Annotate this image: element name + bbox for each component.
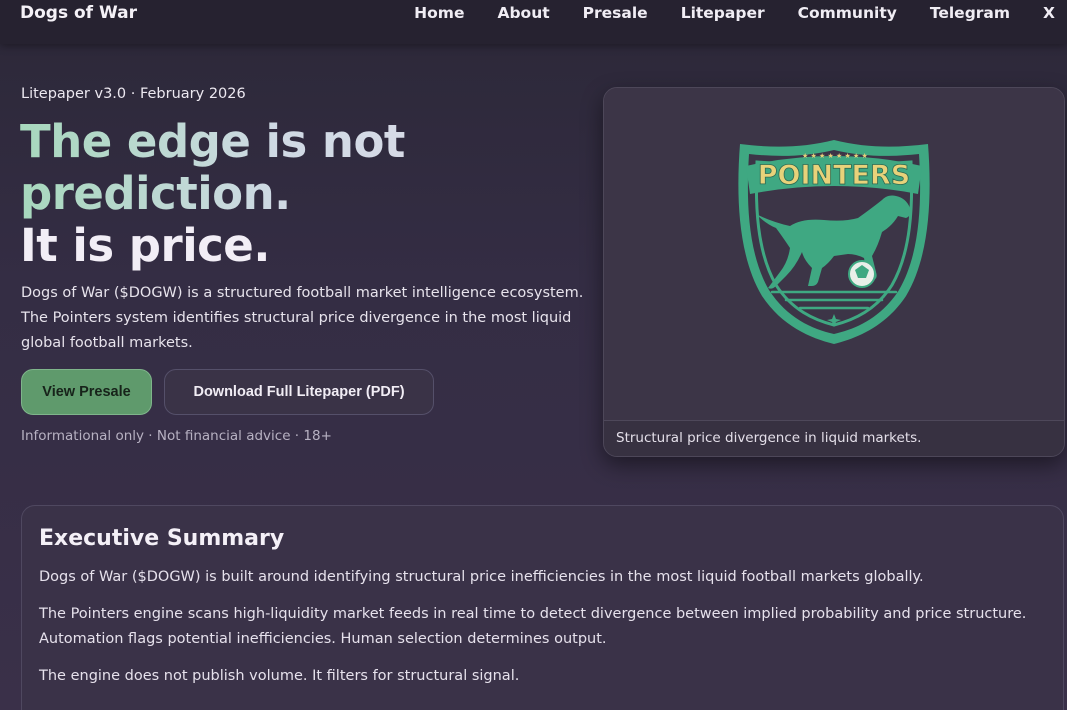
hero-lead: Dogs of War ($DOGW) is a structured foot…: [21, 281, 596, 356]
top-nav: Dogs of War Home About Presale Litepaper…: [0, 0, 1067, 44]
headline-line-1: The edge is not: [20, 116, 590, 168]
pointers-logo-image: ★ ★ ★ ★ ★ ★ ★ ★ POINTERS: [604, 88, 1064, 420]
hero-caption: Structural price divergence in liquid ma…: [604, 420, 1064, 456]
headline-line-3: It is price.: [20, 219, 270, 272]
summary-paragraph-2-line: Automation flags potential inefficiencie…: [39, 631, 607, 647]
summary-paragraph-1: Dogs of War ($DOGW) is built around iden…: [39, 569, 924, 585]
summary-paragraph-3: The engine does not publish volume. It f…: [39, 668, 520, 684]
headline-line-2: prediction.: [20, 168, 590, 220]
svg-text:POINTERS: POINTERS: [758, 160, 910, 191]
nav-link-about[interactable]: About: [497, 4, 549, 22]
hero-card: ★ ★ ★ ★ ★ ★ ★ ★ POINTERS Structural pric…: [603, 87, 1065, 457]
summary-paragraph-2: The Pointers engine scans high-liquidity…: [39, 602, 1046, 652]
litepaper-version: Litepaper v3.0 · February 2026: [21, 86, 246, 102]
lead-line: The Pointers system identifies structura…: [21, 310, 572, 326]
svg-text:★ ★ ★ ★ ★ ★ ★ ★: ★ ★ ★ ★ ★ ★ ★ ★: [802, 152, 868, 160]
lead-line: global football markets.: [21, 335, 193, 351]
nav-link-community[interactable]: Community: [798, 4, 897, 22]
executive-summary-section: Executive Summary Dogs of War ($DOGW) is…: [21, 505, 1064, 710]
nav-link-litepaper[interactable]: Litepaper: [681, 4, 765, 22]
nav-link-presale[interactable]: Presale: [583, 4, 648, 22]
page: Dogs of War Home About Presale Litepaper…: [0, 0, 1067, 710]
lead-line: Dogs of War ($DOGW) is a structured foot…: [21, 285, 584, 301]
view-presale-button[interactable]: View Presale: [21, 369, 152, 415]
nav-links: Home About Presale Litepaper Community T…: [381, 0, 1067, 26]
executive-summary-title: Executive Summary: [39, 526, 285, 551]
hero-headline: The edge is not prediction. It is price.: [20, 116, 590, 272]
summary-paragraph-2-line: The Pointers engine scans high-liquidity…: [39, 606, 1027, 622]
disclaimer: Informational only · Not financial advic…: [21, 428, 332, 444]
brand-logo-link[interactable]: Dogs of War: [20, 3, 137, 23]
nav-link-telegram[interactable]: Telegram: [930, 4, 1010, 22]
pointers-shield-icon: ★ ★ ★ ★ ★ ★ ★ ★ POINTERS: [738, 140, 930, 344]
nav-link-x[interactable]: X: [1043, 4, 1055, 22]
nav-link-home[interactable]: Home: [414, 4, 464, 22]
download-litepaper-button[interactable]: Download Full Litepaper (PDF): [164, 369, 434, 415]
